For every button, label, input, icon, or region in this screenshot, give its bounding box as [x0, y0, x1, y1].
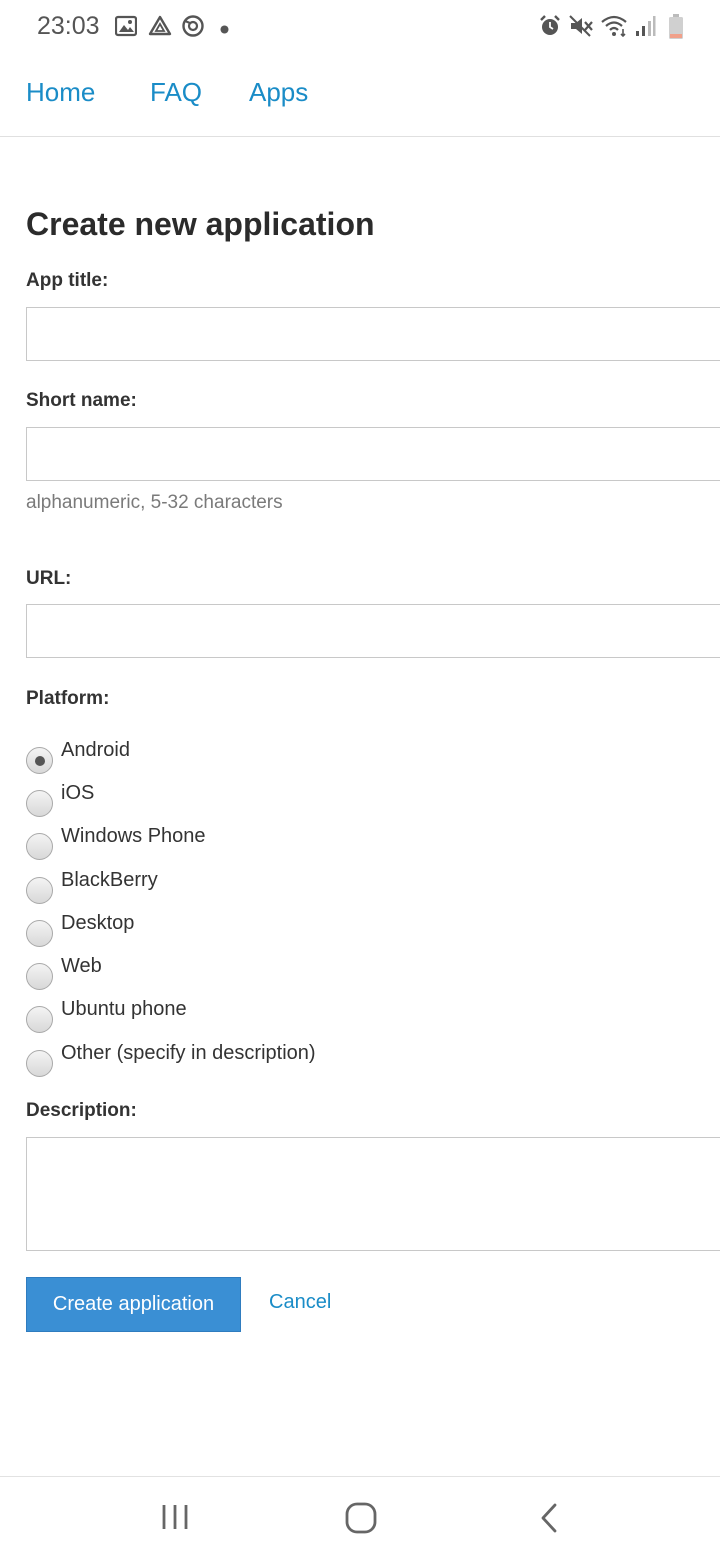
battery-icon: [668, 14, 684, 45]
radio-button[interactable]: [26, 920, 53, 947]
platform-option-ios[interactable]: iOS: [26, 782, 526, 817]
home-icon[interactable]: [344, 1501, 378, 1540]
platform-label: Platform:: [26, 688, 110, 709]
short-name-label: Short name:: [26, 390, 137, 411]
image-icon: [114, 14, 138, 43]
radio-button[interactable]: [26, 963, 53, 990]
app-title-input[interactable]: [26, 307, 720, 361]
radio-label: iOS: [61, 782, 95, 804]
radio-button[interactable]: [26, 790, 53, 817]
radio-button[interactable]: [26, 747, 53, 774]
platform-option-web[interactable]: Web: [26, 955, 526, 990]
mute-icon: [568, 14, 594, 43]
signal-icon: [634, 14, 656, 43]
back-icon[interactable]: [536, 1501, 562, 1540]
dot-icon: [220, 21, 229, 39]
nav-home-link[interactable]: Home: [26, 77, 95, 108]
nav-apps-link[interactable]: Apps: [249, 77, 308, 108]
radio-label: Other (specify in description): [61, 1042, 316, 1064]
radio-label: Desktop: [61, 912, 135, 934]
sync-app-icon: [181, 14, 205, 43]
page-title: Create new application: [26, 206, 375, 242]
radio-label: Ubuntu phone: [61, 998, 187, 1020]
top-nav: Home FAQ Apps: [0, 60, 720, 137]
short-name-help-text: alphanumeric, 5-32 characters: [26, 492, 283, 513]
alarm-icon: [538, 14, 562, 43]
radio-button[interactable]: [26, 833, 53, 860]
url-label: URL:: [26, 568, 72, 589]
radio-button[interactable]: [26, 877, 53, 904]
url-input[interactable]: [26, 604, 720, 658]
platform-option-windows-phone[interactable]: Windows Phone: [26, 825, 526, 860]
short-name-input[interactable]: [26, 427, 720, 481]
platform-option-android[interactable]: Android: [26, 739, 526, 774]
recents-icon[interactable]: [159, 1501, 191, 1538]
radio-button[interactable]: [26, 1050, 53, 1077]
cancel-link[interactable]: Cancel: [269, 1291, 331, 1314]
platform-option-desktop[interactable]: Desktop: [26, 912, 526, 947]
app-title-label: App title:: [26, 270, 109, 291]
status-time: 23:03: [37, 12, 100, 40]
radio-label: Android: [61, 739, 130, 761]
system-nav-bar: [0, 1476, 720, 1560]
radio-button[interactable]: [26, 1006, 53, 1033]
description-textarea[interactable]: [26, 1137, 720, 1251]
description-label: Description:: [26, 1100, 137, 1121]
drive-icon: [148, 14, 172, 43]
radio-label: Windows Phone: [61, 825, 206, 847]
platform-option-ubuntu-phone[interactable]: Ubuntu phone: [26, 998, 526, 1033]
platform-option-other[interactable]: Other (specify in description): [26, 1042, 526, 1077]
wifi-icon: [600, 14, 630, 43]
create-application-button[interactable]: Create application: [26, 1277, 241, 1332]
radio-label: BlackBerry: [61, 869, 158, 891]
nav-faq-link[interactable]: FAQ: [150, 77, 202, 108]
platform-option-blackberry[interactable]: BlackBerry: [26, 869, 526, 904]
status-bar: 23:03: [0, 0, 720, 56]
radio-label: Web: [61, 955, 102, 977]
